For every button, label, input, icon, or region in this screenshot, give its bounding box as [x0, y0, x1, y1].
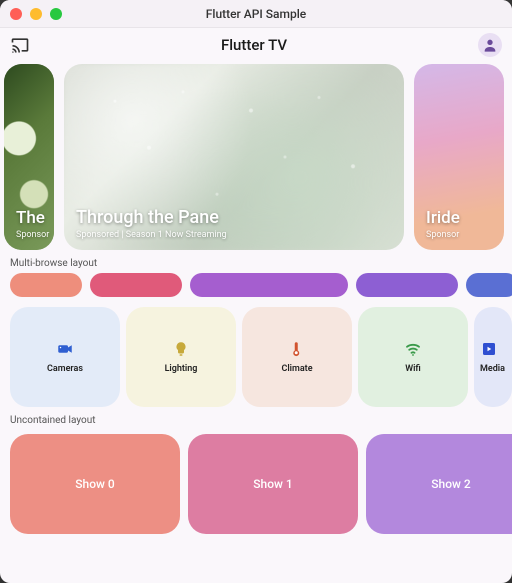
- hero-title: Through the Pane: [76, 207, 392, 228]
- show-card-1[interactable]: Show 1: [188, 434, 358, 534]
- pill-0[interactable]: [10, 273, 82, 297]
- tile-media[interactable]: Media: [474, 307, 512, 407]
- tile-wifi[interactable]: Wifi: [358, 307, 468, 407]
- camera-icon: [56, 340, 74, 358]
- window-title: Flutter API Sample: [0, 7, 512, 21]
- tile-cameras[interactable]: Cameras: [10, 307, 120, 407]
- tile-label: Lighting: [165, 364, 198, 374]
- show-carousel[interactable]: Show 0Show 1Show 2: [0, 430, 512, 534]
- pill-3[interactable]: [356, 273, 458, 297]
- section-label-uncontained: Uncontained layout: [0, 407, 512, 430]
- content-area: The Sponsor Through the Pane Sponsored |…: [0, 62, 512, 583]
- tile-label: Media: [480, 364, 505, 374]
- pill-2[interactable]: [190, 273, 348, 297]
- wifi-icon: [404, 340, 422, 358]
- hero-card-current[interactable]: Through the Pane Sponsored | Season 1 No…: [64, 64, 404, 250]
- lightbulb-icon: [172, 340, 190, 358]
- section-label-multibrowse: Multi-browse layout: [0, 250, 512, 273]
- account-button[interactable]: [478, 33, 502, 57]
- app-bar: Flutter TV: [0, 28, 512, 62]
- hero-card-next[interactable]: Iride Sponsor: [414, 64, 504, 250]
- pill-4[interactable]: [466, 273, 512, 297]
- hero-carousel[interactable]: The Sponsor Through the Pane Sponsored |…: [0, 62, 512, 250]
- hero-card-prev[interactable]: The Sponsor: [4, 64, 54, 250]
- hero-subtitle: Sponsor: [16, 230, 42, 240]
- tile-label: Wifi: [405, 364, 421, 374]
- show-card-0[interactable]: Show 0: [10, 434, 180, 534]
- pill-carousel[interactable]: [0, 273, 512, 297]
- thermo-icon: [288, 340, 306, 358]
- pill-1[interactable]: [90, 273, 182, 297]
- media-icon: [480, 340, 498, 358]
- tile-carousel[interactable]: Cameras Lighting Climate Wifi Media: [0, 297, 512, 407]
- show-card-2[interactable]: Show 2: [366, 434, 512, 534]
- hero-title: The: [16, 208, 42, 228]
- tile-label: Climate: [281, 364, 312, 374]
- macos-titlebar: Flutter API Sample: [0, 0, 512, 28]
- page-title: Flutter TV: [221, 36, 287, 54]
- hero-title: Iride: [426, 208, 492, 228]
- tile-climate[interactable]: Climate: [242, 307, 352, 407]
- tile-label: Cameras: [47, 364, 83, 374]
- hero-subtitle: Sponsor: [426, 230, 492, 240]
- cast-icon[interactable]: [10, 35, 30, 55]
- tile-lighting[interactable]: Lighting: [126, 307, 236, 407]
- hero-subtitle: Sponsored | Season 1 Now Streaming: [76, 230, 392, 240]
- app-window: Flutter API Sample Flutter TV The Sponso…: [0, 0, 512, 583]
